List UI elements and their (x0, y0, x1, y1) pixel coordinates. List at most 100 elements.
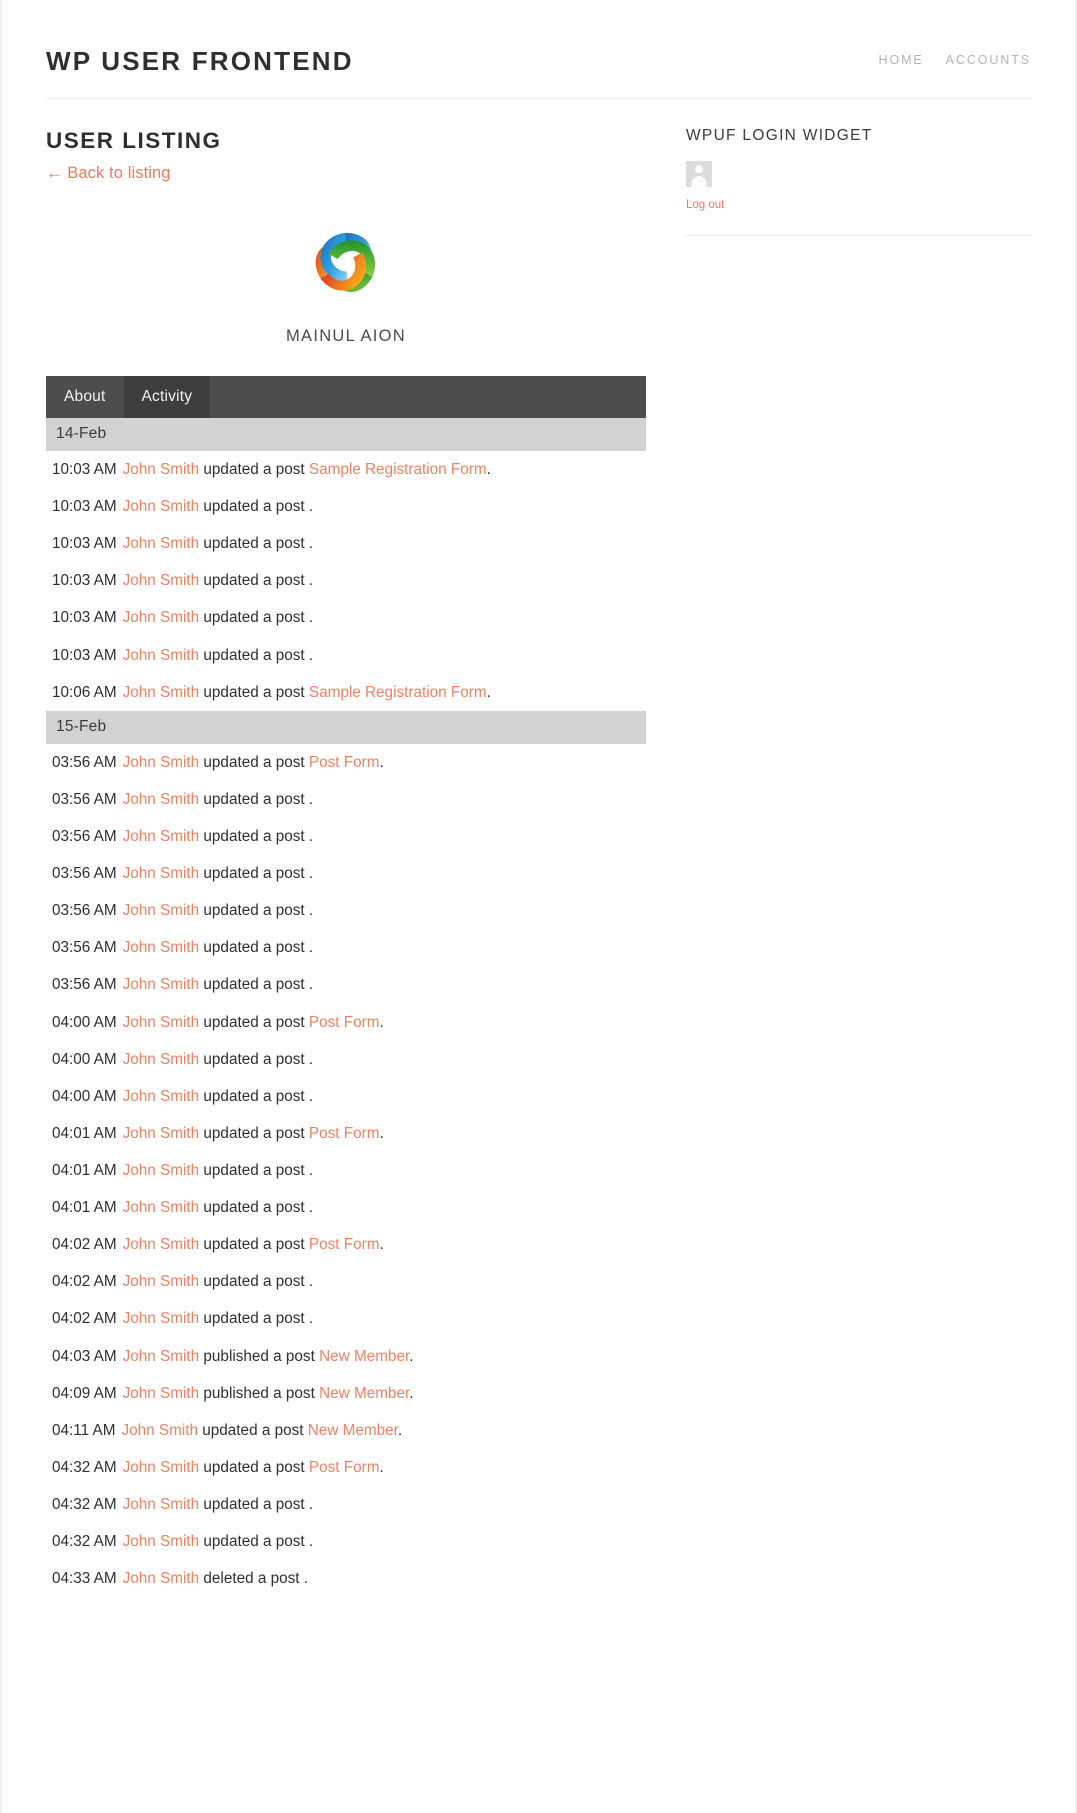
activity-row: 10:03 AM John Smith updated a post . (46, 525, 646, 562)
activity-time: 04:03 AM (52, 1347, 117, 1365)
activity-user-link[interactable]: John Smith (123, 1273, 200, 1290)
activity-post-link[interactable]: Post Form (309, 1236, 380, 1253)
nav-accounts[interactable]: Accounts (946, 53, 1031, 67)
activity-action-text: updated a post (203, 976, 305, 994)
activity-action-text: updated a post (203, 1533, 305, 1551)
activity-suffix: . (486, 683, 491, 701)
activity-user-link[interactable]: John Smith (123, 1014, 200, 1031)
activity-date-header: 15-Feb (46, 710, 646, 744)
activity-time: 04:00 AM (52, 1013, 117, 1031)
activity-row: 03:56 AM John Smith updated a post . (46, 892, 646, 929)
activity-time: 04:00 AM (52, 1050, 117, 1068)
activity-time: 04:33 AM (52, 1570, 117, 1588)
logout-link[interactable]: Log out (686, 199, 724, 211)
activity-row: 04:00 AM John Smith updated a post Post F… (46, 1004, 646, 1041)
activity-action-text: updated a post (203, 827, 305, 845)
activity-action-text: updated a post (203, 1013, 305, 1031)
profile-block: Mainul Aion (46, 217, 646, 346)
activity-row: 04:32 AM John Smith updated a post . (46, 1523, 646, 1560)
activity-row: 10:03 AM John Smith updated a post Sample… (46, 451, 646, 488)
activity-post-link[interactable]: New Member (308, 1422, 398, 1439)
activity-user-link[interactable]: John Smith (123, 791, 200, 808)
avatar-head-shape (695, 165, 703, 173)
activity-action-text: published a post (203, 1347, 315, 1365)
activity-post-link[interactable]: Post Form (309, 1125, 380, 1142)
activity-action-text: updated a post (203, 1273, 305, 1291)
activity-post-link[interactable]: Post Form (309, 754, 380, 771)
activity-post-link[interactable]: Sample Registration Form (309, 461, 487, 478)
activity-suffix: . (308, 1161, 314, 1179)
activity-user-link[interactable]: John Smith (123, 572, 200, 589)
activity-user-link[interactable]: John Smith (123, 609, 200, 626)
main-column: User Listing ← Back to listing (46, 99, 646, 1597)
activity-user-link[interactable]: John Smith (123, 1125, 200, 1142)
back-to-listing-link[interactable]: ← Back to listing (46, 164, 171, 183)
activity-suffix: . (308, 1310, 314, 1328)
activity-suffix: . (379, 1124, 384, 1142)
activity-user-link[interactable]: John Smith (123, 1051, 200, 1068)
activity-user-link[interactable]: John Smith (123, 1533, 200, 1550)
activity-post-link[interactable]: Post Form (309, 1459, 380, 1476)
activity-user-link[interactable]: John Smith (123, 939, 200, 956)
activity-user-link[interactable]: John Smith (123, 535, 200, 552)
activity-user-link[interactable]: John Smith (123, 1199, 200, 1216)
tab-about[interactable]: About (46, 376, 124, 418)
activity-user-link[interactable]: John Smith (123, 1088, 200, 1105)
activity-user-link[interactable]: John Smith (123, 684, 200, 701)
activity-time: 04:02 AM (52, 1310, 117, 1328)
activity-user-link[interactable]: John Smith (123, 1385, 200, 1402)
activity-user-link[interactable]: John Smith (123, 498, 200, 515)
activity-user-link[interactable]: John Smith (123, 1570, 200, 1587)
activity-user-link[interactable]: John Smith (123, 1162, 200, 1179)
activity-time: 03:56 AM (52, 976, 117, 994)
activity-post-link[interactable]: New Member (319, 1348, 409, 1365)
activity-action-text: updated a post (203, 498, 305, 516)
activity-time: 04:32 AM (52, 1495, 117, 1513)
widget-divider (686, 235, 1031, 236)
tab-activity[interactable]: Activity (123, 376, 211, 418)
activity-time: 04:02 AM (52, 1236, 117, 1254)
activity-row: 04:03 AM John Smith published a post New … (46, 1338, 646, 1375)
activity-user-link[interactable]: John Smith (123, 461, 200, 478)
activity-suffix: . (303, 1570, 309, 1588)
profile-tab-bar: About Activity (46, 376, 646, 418)
activity-user-link[interactable]: John Smith (123, 902, 200, 919)
activity-user-link[interactable]: John Smith (123, 754, 200, 771)
activity-user-link[interactable]: John Smith (123, 1459, 200, 1476)
activity-suffix: . (308, 1495, 314, 1513)
activity-row: 04:32 AM John Smith updated a post Post F… (46, 1449, 646, 1486)
activity-user-link[interactable]: John Smith (122, 1422, 199, 1439)
avatar-body-shape (691, 176, 707, 187)
main-nav: Home Accounts (879, 53, 1031, 75)
activity-time: 10:03 AM (52, 535, 117, 553)
activity-user-link[interactable]: John Smith (123, 865, 200, 882)
activity-row: 03:56 AM John Smith updated a post . (46, 929, 646, 966)
activity-suffix: . (379, 1458, 384, 1476)
activity-user-link[interactable]: John Smith (123, 828, 200, 845)
activity-suffix: . (379, 1013, 384, 1031)
activity-action-text: updated a post (202, 1421, 304, 1439)
activity-row: 04:01 AM John Smith updated a post . (46, 1152, 646, 1189)
activity-user-link[interactable]: John Smith (123, 1236, 200, 1253)
nav-home[interactable]: Home (879, 53, 924, 67)
activity-action-text: updated a post (203, 1495, 305, 1513)
activity-row: 03:56 AM John Smith updated a post . (46, 818, 646, 855)
activity-user-link[interactable]: John Smith (123, 976, 200, 993)
activity-time: 04:32 AM (52, 1533, 117, 1551)
activity-action-text: updated a post (203, 790, 305, 808)
content-wrap: User Listing ← Back to listing (2, 99, 1075, 1597)
activity-post-link[interactable]: Post Form (309, 1014, 380, 1031)
activity-row: 10:03 AM John Smith updated a post . (46, 488, 646, 525)
activity-user-link[interactable]: John Smith (123, 1348, 200, 1365)
activity-post-link[interactable]: Sample Registration Form (309, 684, 487, 701)
activity-user-link[interactable]: John Smith (123, 1496, 200, 1513)
activity-row: 10:03 AM John Smith updated a post . (46, 637, 646, 674)
activity-row: 04:02 AM John Smith updated a post . (46, 1300, 646, 1337)
activity-time: 10:03 AM (52, 498, 117, 516)
activity-time: 10:03 AM (52, 609, 117, 627)
activity-user-link[interactable]: John Smith (123, 1310, 200, 1327)
activity-row: 04:02 AM John Smith updated a post Post F… (46, 1226, 646, 1263)
activity-action-text: updated a post (203, 572, 305, 590)
activity-post-link[interactable]: New Member (319, 1385, 409, 1402)
activity-user-link[interactable]: John Smith (123, 647, 200, 664)
